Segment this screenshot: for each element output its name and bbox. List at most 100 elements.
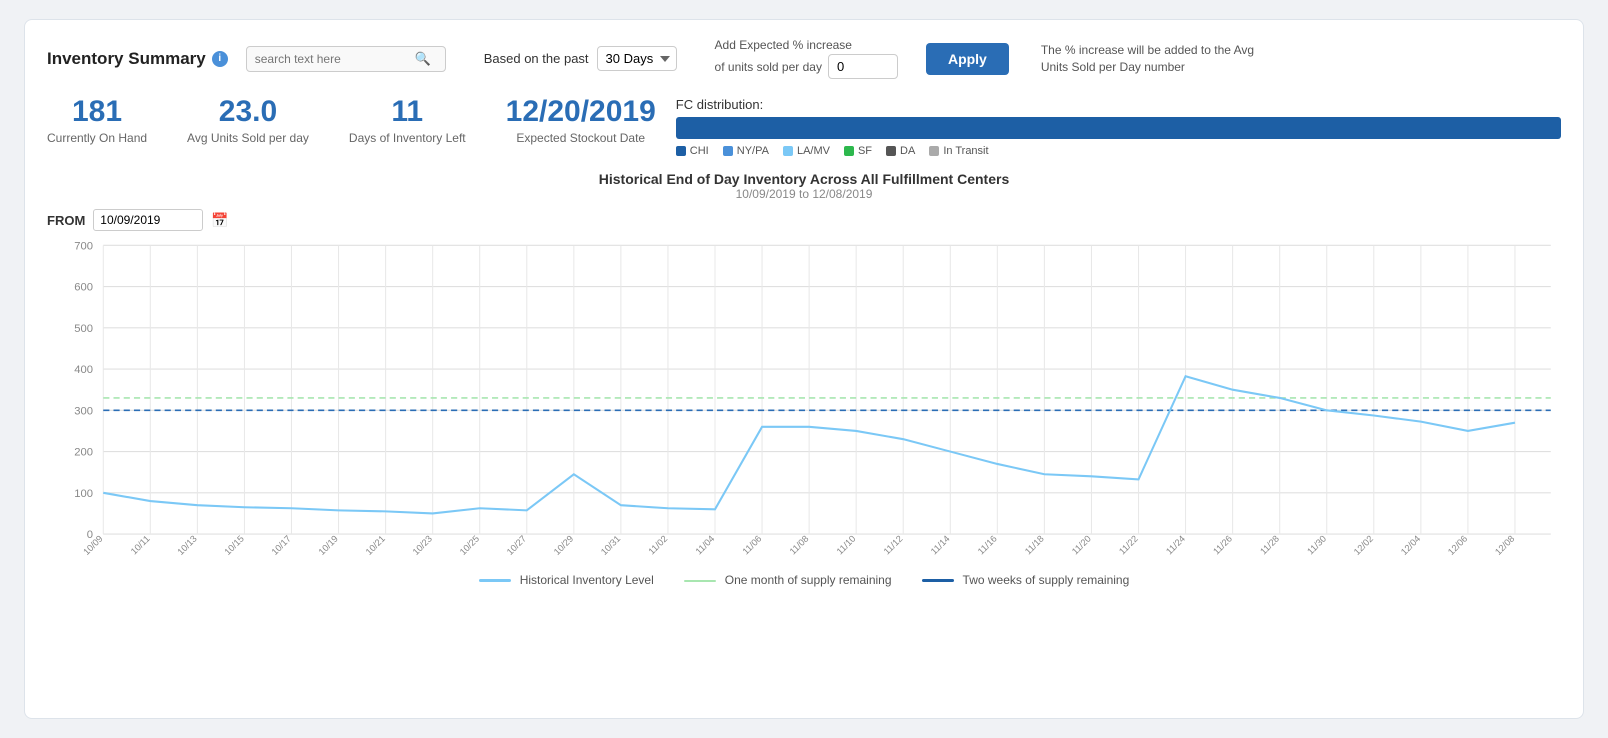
legend-two-weeks: Two weeks of supply remaining (922, 573, 1130, 587)
title-text: Inventory Summary (47, 49, 206, 69)
one-month-line-icon (684, 580, 716, 582)
nypa-label: NY/PA (737, 145, 769, 157)
svg-text:11/18: 11/18 (1023, 534, 1046, 557)
metrics-fc-row: 181 Currently On Hand 23.0 Avg Units Sol… (47, 97, 1561, 159)
add-expected-label2: of units sold per day (715, 60, 822, 74)
svg-text:200: 200 (74, 447, 93, 459)
svg-text:11/24: 11/24 (1164, 534, 1187, 557)
info-icon[interactable]: i (212, 51, 228, 67)
legend-lamv: LA/MV (783, 145, 830, 157)
svg-text:100: 100 (74, 488, 93, 500)
svg-text:10/11: 10/11 (129, 534, 152, 557)
on-hand-label: Currently On Hand (47, 131, 147, 145)
fc-legend: CHI NY/PA LA/MV SF DA (676, 145, 1561, 157)
metric-stockout-date: 12/20/2019 Expected Stockout Date (506, 97, 656, 145)
fc-bar (676, 117, 1561, 139)
svg-text:10/21: 10/21 (364, 534, 387, 558)
historical-label: Historical Inventory Level (520, 573, 654, 587)
chart-title: Historical End of Day Inventory Across A… (47, 171, 1561, 187)
chart-controls: FROM 📅 (47, 209, 1561, 231)
legend-one-month: One month of supply remaining (684, 573, 892, 587)
one-month-label: One month of supply remaining (725, 573, 892, 587)
svg-text:12/08: 12/08 (1493, 534, 1516, 558)
search-input[interactable] (255, 52, 415, 66)
svg-text:11/10: 11/10 (835, 534, 858, 557)
fc-distribution-section: FC distribution: CHI NY/PA LA/MV SF (676, 97, 1561, 157)
chi-label: CHI (690, 145, 709, 157)
metrics-row: 181 Currently On Hand 23.0 Avg Units Sol… (47, 97, 656, 145)
on-hand-value: 181 (72, 97, 122, 127)
add-expected-label1: Add Expected % increase (715, 38, 852, 52)
two-weeks-line-icon (922, 579, 954, 582)
svg-text:10/29: 10/29 (552, 534, 575, 558)
svg-text:10/23: 10/23 (411, 534, 434, 558)
note-text: The % increase will be added to the Avg … (1041, 42, 1261, 76)
apply-button[interactable]: Apply (926, 43, 1009, 75)
svg-text:700: 700 (74, 240, 93, 252)
svg-text:300: 300 (74, 405, 93, 417)
da-dot (886, 146, 896, 156)
historical-line-icon (479, 579, 511, 582)
metric-days-left: 11 Days of Inventory Left (349, 97, 466, 145)
svg-text:10/19: 10/19 (317, 534, 340, 558)
from-label: FROM (47, 213, 85, 228)
chart-section: Historical End of Day Inventory Across A… (47, 171, 1561, 587)
svg-text:10/25: 10/25 (458, 534, 481, 558)
chi-dot (676, 146, 686, 156)
svg-text:10/15: 10/15 (223, 534, 246, 558)
sf-dot (844, 146, 854, 156)
page-title: Inventory Summary i (47, 49, 228, 69)
svg-text:11/12: 11/12 (882, 534, 905, 557)
svg-text:11/14: 11/14 (929, 534, 952, 557)
svg-text:10/13: 10/13 (175, 534, 198, 558)
avg-units-label: Avg Units Sold per day (187, 131, 309, 145)
chart-legend: Historical Inventory Level One month of … (47, 573, 1561, 587)
lamv-label: LA/MV (797, 145, 830, 157)
chart-area: .grid-line { stroke: #e0e0e0; stroke-wid… (47, 235, 1561, 565)
svg-text:11/26: 11/26 (1211, 534, 1234, 557)
svg-text:600: 600 (74, 282, 93, 294)
stockout-date-value: 12/20/2019 (506, 97, 656, 127)
svg-text:500: 500 (74, 323, 93, 335)
chart-svg: .grid-line { stroke: #e0e0e0; stroke-wid… (47, 235, 1561, 565)
svg-text:12/06: 12/06 (1446, 534, 1469, 558)
svg-text:11/20: 11/20 (1070, 534, 1093, 557)
da-label: DA (900, 145, 915, 157)
days-left-value: 11 (391, 97, 423, 127)
svg-text:10/31: 10/31 (599, 534, 622, 558)
legend-da: DA (886, 145, 915, 157)
svg-text:10/09: 10/09 (81, 534, 104, 558)
sf-label: SF (858, 145, 872, 157)
svg-text:11/08: 11/08 (788, 534, 811, 557)
based-on-label: Based on the past (484, 51, 589, 66)
legend-nypa: NY/PA (723, 145, 769, 157)
inventory-summary-card: Inventory Summary i 🔍 Based on the past … (24, 19, 1584, 719)
chart-subtitle: 10/09/2019 to 12/08/2019 (47, 187, 1561, 201)
svg-text:12/04: 12/04 (1399, 534, 1422, 558)
from-date-input[interactable] (93, 209, 203, 231)
svg-text:10/27: 10/27 (505, 534, 528, 558)
metric-on-hand: 181 Currently On Hand (47, 97, 147, 145)
svg-text:12/02: 12/02 (1352, 534, 1375, 558)
avg-units-value: 23.0 (219, 97, 277, 127)
header-row: Inventory Summary i 🔍 Based on the past … (47, 38, 1561, 79)
days-dropdown[interactable]: 30 Days 60 Days 90 Days (597, 46, 677, 71)
svg-text:11/22: 11/22 (1117, 534, 1140, 557)
calendar-icon[interactable]: 📅 (211, 212, 228, 229)
legend-chi: CHI (676, 145, 709, 157)
search-icon: 🔍 (415, 51, 431, 67)
svg-text:11/30: 11/30 (1305, 534, 1328, 557)
svg-text:10/17: 10/17 (270, 534, 293, 558)
add-expected-section: Add Expected % increase of units sold pe… (715, 38, 898, 79)
svg-text:11/16: 11/16 (976, 534, 999, 557)
based-on-section: Based on the past 30 Days 60 Days 90 Day… (484, 46, 677, 71)
svg-text:11/28: 11/28 (1258, 534, 1281, 557)
lamv-dot (783, 146, 793, 156)
metric-avg-units: 23.0 Avg Units Sold per day (187, 97, 309, 145)
percent-input[interactable] (828, 54, 898, 79)
intransit-label: In Transit (943, 145, 988, 157)
legend-historical: Historical Inventory Level (479, 573, 654, 587)
intransit-dot (929, 146, 939, 156)
legend-intransit: In Transit (929, 145, 988, 157)
svg-text:11/04: 11/04 (694, 534, 717, 557)
